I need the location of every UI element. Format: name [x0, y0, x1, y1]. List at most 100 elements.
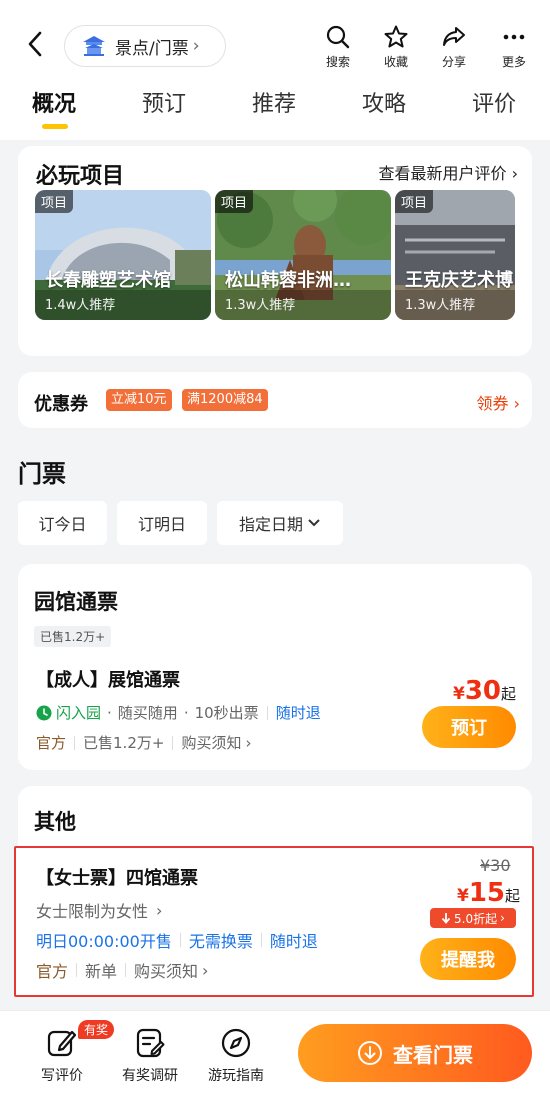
tile-name: 王克庆艺术博 — [405, 270, 513, 291]
get-coupon-button[interactable]: 领券 › — [476, 390, 520, 414]
chevron-right-icon: › — [245, 733, 252, 752]
write-review-label: 写评价 — [41, 1068, 83, 1084]
prize-badge: 有奖 — [78, 1020, 115, 1039]
park-pass-title: 园馆通票 — [34, 590, 118, 614]
get-coupon-label: 领券 — [476, 394, 509, 413]
coupon-tag: 立减10元 — [106, 389, 172, 411]
divider — [74, 735, 76, 750]
price-value: 30 — [464, 676, 502, 706]
tile-tag: 项目 — [35, 190, 74, 213]
purchase-notice-link[interactable]: 购买须知 — [181, 732, 241, 753]
sold-count-badge: 已售1.2万+ — [34, 626, 112, 647]
tab-booking[interactable]: 预订 — [142, 86, 186, 118]
share-icon — [443, 27, 465, 46]
survey-label: 有奖调研 — [122, 1068, 178, 1084]
purchase-notice-link[interactable]: 购买须知 — [134, 958, 198, 982]
category-breadcrumb[interactable]: 景点/门票 › — [64, 25, 226, 67]
attraction-tile[interactable]: 项目 王克庆艺术博 1.3w人推荐 — [395, 190, 515, 320]
chevron-down-icon — [308, 519, 320, 527]
coupon-label: 优惠券 — [34, 394, 88, 415]
search-button[interactable]: 搜索 — [316, 24, 360, 70]
search-label: 搜索 — [325, 55, 350, 69]
tab-reviews[interactable]: 评价 — [472, 86, 516, 118]
dot-separator: · — [107, 703, 112, 722]
tickets-heading: 门票 — [18, 460, 66, 488]
tile-name: 长春雕塑艺术馆 — [45, 270, 171, 291]
tile-recommend: 1.3w人推荐 — [405, 298, 476, 313]
book-today-button[interactable]: 订今日 — [18, 501, 107, 545]
restriction-label: 女士限制为女性 — [36, 902, 149, 921]
chevron-right-icon: › — [156, 900, 163, 920]
star-icon — [384, 25, 408, 48]
new-tag: 新单 — [85, 962, 118, 981]
coupon-tag: 满1200减84 — [182, 389, 268, 411]
more-label: 更多 — [501, 55, 526, 69]
ticket-title[interactable]: 【女士票】四馆通票 — [36, 864, 198, 890]
no-exchange-label: 无需换票 — [188, 932, 253, 951]
tile-tag: 项目 — [395, 190, 434, 213]
dot-separator: · — [183, 703, 189, 722]
tab-guide[interactable]: 攻略 — [362, 86, 406, 118]
share-button[interactable]: 分享 — [432, 24, 476, 70]
ticket-title[interactable]: 【成人】展馆通票 — [36, 666, 180, 692]
favorite-button[interactable]: 收藏 — [374, 24, 418, 70]
down-arrow-icon — [441, 913, 451, 924]
official-tag: 官方 — [36, 734, 67, 752]
original-price: ¥30 — [480, 856, 511, 875]
pick-date-button[interactable]: 指定日期 — [217, 501, 343, 545]
currency-symbol: ¥ — [457, 886, 469, 906]
other-title: 其他 — [34, 810, 76, 834]
official-tag: 官方 — [36, 962, 69, 981]
discount-label: 5.0折起 — [454, 911, 498, 926]
price-suffix: 起 — [505, 887, 521, 905]
tab-bar: 概况 预订 推荐 攻略 评价 — [0, 86, 550, 136]
top-bar: 景点/门票 › 搜索 收藏 分享 更多 概况 预订 推荐 攻略 评价 — [0, 0, 550, 140]
price-suffix: 起 — [501, 685, 517, 703]
travel-guide-label: 游玩指南 — [208, 1068, 264, 1084]
remind-me-button[interactable]: 提醒我 — [420, 938, 516, 980]
sale-time-label: 明日00:00:00开售 — [36, 932, 172, 951]
ticket-features: 闪入园 · 随买随用 · 10秒出票 随时退 — [36, 702, 321, 723]
clock-icon — [36, 705, 52, 720]
ticket-meta: 官方 新单 购买须知 › — [36, 958, 208, 982]
chevron-right-icon: › — [500, 911, 505, 925]
price-value: 15 — [468, 878, 506, 908]
ticket-meta: 官方 已售1.2万+ 购买须知 › — [36, 732, 251, 753]
tile-tag: 项目 — [215, 190, 254, 213]
feature-label: 随买随用 — [117, 704, 178, 722]
back-button[interactable] — [20, 26, 50, 62]
coupon-card[interactable]: 优惠券 立减10元 满1200减84 领券 › — [18, 372, 532, 428]
refund-label: 随时退 — [269, 932, 318, 951]
view-tickets-button[interactable]: 查看门票 — [298, 1024, 532, 1082]
favorite-label: 收藏 — [383, 55, 408, 69]
attraction-tile[interactable]: 项目 长春雕塑艺术馆 1.4w人推荐 — [35, 190, 211, 320]
chevron-right-icon: › — [511, 164, 518, 183]
temple-icon — [81, 34, 107, 58]
bottom-action-bar: 写评价 有奖 有奖调研 游玩指南 查看门票 — [0, 1010, 550, 1116]
active-tab-indicator — [42, 124, 68, 129]
view-tickets-label: 查看门票 — [393, 1042, 473, 1067]
tab-overview[interactable]: 概况 — [32, 86, 76, 118]
latest-reviews-link[interactable]: 查看最新用户评价 › — [378, 160, 518, 184]
divider — [172, 735, 174, 750]
book-button[interactable]: 预订 — [422, 706, 516, 748]
chevron-right-icon: › — [513, 394, 520, 413]
divider — [179, 933, 181, 947]
restriction-link[interactable]: 女士限制为女性 › — [36, 898, 162, 922]
survey-icon — [136, 1028, 165, 1058]
book-tomorrow-button[interactable]: 订明日 — [117, 501, 207, 545]
sold-count: 已售1.2万+ — [83, 734, 165, 752]
edit-icon — [47, 1030, 77, 1057]
divider — [260, 933, 262, 947]
attraction-tile[interactable]: 项目 松山韩蓉非洲… 1.3w人推荐 — [215, 190, 391, 320]
chevron-right-icon: › — [202, 960, 209, 980]
must-play-card: 必玩项目 查看最新用户评价 › 项目 长春雕塑艺术馆 1.4w人推荐 项目 松山… — [18, 146, 532, 356]
travel-guide-button[interactable]: 游玩指南 — [198, 1027, 274, 1085]
breadcrumb-label: 景点/门票 — [115, 38, 189, 59]
divider — [76, 963, 78, 977]
more-button[interactable]: 更多 — [492, 24, 536, 70]
survey-button[interactable]: 有奖调研 — [112, 1027, 188, 1085]
chevron-right-icon: › — [192, 36, 200, 56]
currency-symbol: ¥ — [453, 684, 465, 704]
tab-recommend[interactable]: 推荐 — [252, 86, 296, 118]
